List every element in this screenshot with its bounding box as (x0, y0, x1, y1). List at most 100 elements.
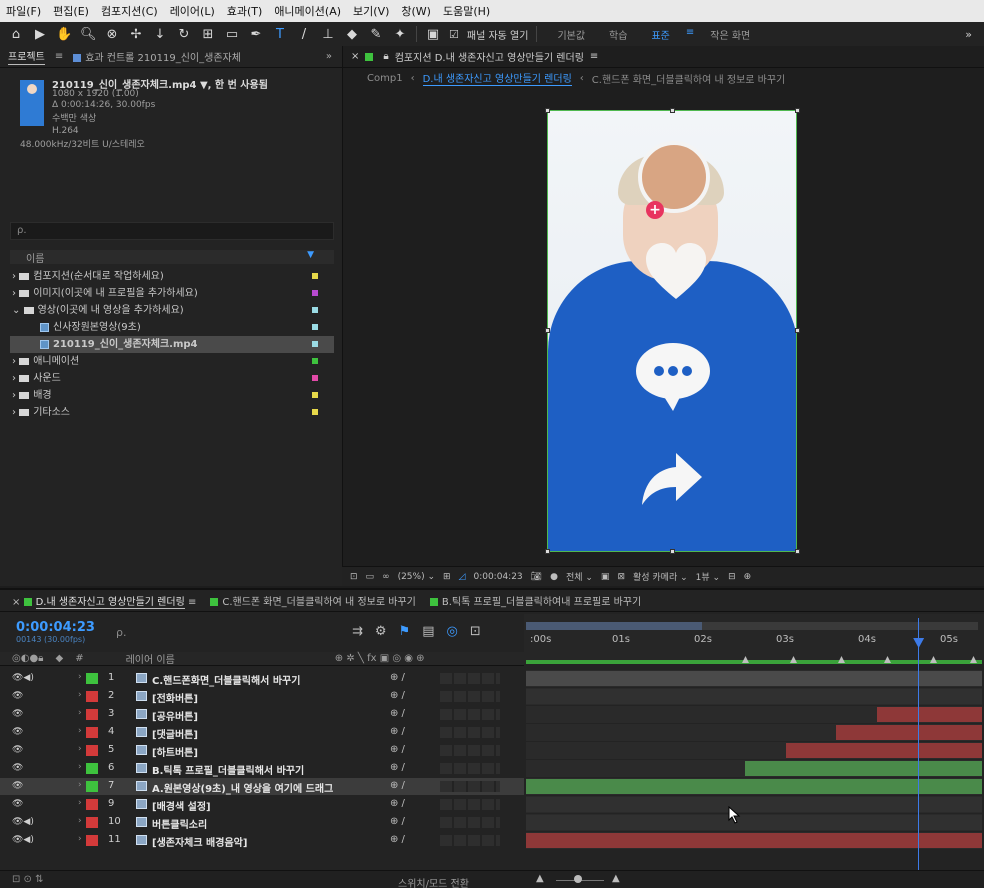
menu-icon[interactable]: ≡ (590, 51, 598, 62)
layer-parent-boxes[interactable] (440, 673, 500, 684)
layer-duration-bar[interactable] (836, 725, 982, 740)
layer-switches[interactable]: ⊕ / (390, 708, 405, 719)
layer-duration-bar[interactable] (526, 815, 982, 830)
mask-visibility-icon[interactable]: ◿ (459, 572, 466, 582)
disclosure-arrow-icon[interactable]: ⌄ (12, 305, 24, 316)
switch-mode-toggle[interactable]: 스위치/모드 전환 (398, 875, 469, 888)
project-item[interactable]: › 컴포지션(순서대로 작업하세요) (10, 268, 334, 285)
reset-exposure-icon[interactable]: ⊕ (744, 572, 752, 582)
layer-duration-bar[interactable] (877, 707, 982, 722)
composition-viewer[interactable]: + (547, 110, 797, 552)
layer-track[interactable] (526, 814, 982, 831)
layer-row[interactable]: 👁︎ › 2 [전화버튼] ⊕ / (0, 688, 524, 705)
layer-name[interactable]: [댓글버튼] (152, 726, 198, 741)
layer-name[interactable]: [생존자체크 배경음악] (152, 834, 247, 849)
expand-arrow-icon[interactable]: › (78, 690, 82, 700)
layer-parent-boxes[interactable] (440, 817, 500, 828)
shy-layers-icon[interactable]: ⚑ (399, 624, 411, 639)
tab-effect-controls[interactable]: 효과 컨트롤 210119_신이_생존자체 (73, 49, 241, 64)
transform-handle[interactable] (545, 108, 550, 113)
roto-brush-icon[interactable]: ✎ (368, 27, 384, 42)
layer-track[interactable] (526, 724, 982, 741)
layer-parent-boxes[interactable] (440, 835, 500, 846)
label-color-swatch[interactable] (312, 307, 318, 313)
project-item[interactable]: ⌄ 영상(이곳에 내 영상을 추가하세요) (10, 302, 334, 319)
label-color-swatch[interactable] (312, 392, 318, 398)
workspace-1[interactable]: 학습 (597, 27, 639, 42)
workspace-0[interactable]: 기본값 (545, 27, 597, 42)
layer-duration-bar[interactable] (526, 671, 982, 686)
layer-track[interactable] (526, 832, 982, 849)
layer-parent-boxes[interactable] (440, 763, 500, 774)
layer-label-color[interactable] (86, 799, 98, 810)
layer-parent-boxes[interactable] (440, 781, 500, 792)
layer-name[interactable]: B.틱톡 프로필_더블클릭해서 바꾸기 (152, 762, 304, 777)
layer-label-color[interactable] (86, 835, 98, 846)
layer-track[interactable] (526, 760, 982, 777)
project-item[interactable]: › 배경 (10, 387, 334, 404)
camera-dropdown[interactable]: 활성 카메라 ⌄ (633, 570, 688, 583)
label-color-swatch[interactable] (312, 341, 318, 347)
breadcrumb-item-comp1[interactable]: Comp1 (367, 73, 403, 84)
comp-mini-flowchart-icon[interactable]: ⇉ (352, 624, 363, 639)
layer-row[interactable]: 👁︎◀) › 1 C.핸드폰화면_더블클릭해서 바꾸기 ⊕ / (0, 670, 524, 687)
timeline-search-input[interactable]: ρ. (116, 626, 126, 639)
visibility-eye-icon[interactable]: 👁︎◀) (12, 817, 34, 827)
layer-row[interactable]: 👁︎ › 3 [공유버튼] ⊕ / (0, 706, 524, 723)
resolution-dropdown[interactable]: 전체 ⌄ (566, 570, 593, 583)
layer-track[interactable] (526, 706, 982, 723)
expand-arrow-icon[interactable]: › (78, 762, 82, 772)
layer-duration-bar[interactable] (526, 797, 982, 812)
layer-row[interactable]: 👁︎◀) › 11 [생존자체크 배경음악] ⊕ / (0, 832, 524, 849)
visibility-eye-icon[interactable]: 👁︎ (12, 691, 23, 701)
pen-tool-icon[interactable]: ✒ (248, 27, 264, 42)
transform-handle[interactable] (795, 328, 800, 333)
layer-label-color[interactable] (86, 745, 98, 756)
safe-zones-icon[interactable]: ⊞ (443, 572, 451, 582)
menu-item-8[interactable]: 도움말(H) (443, 3, 490, 19)
breadcrumb-item-current[interactable]: D.내 생존자신고 영상만들기 렌더링 (422, 70, 572, 86)
sort-arrow-icon[interactable]: ▼ (307, 250, 314, 260)
layer-switches[interactable]: ⊕ / (390, 672, 405, 683)
menu-item-3[interactable]: 레이어(L) (170, 3, 215, 19)
disclosure-arrow-icon[interactable]: › (12, 407, 19, 418)
menu-item-7[interactable]: 창(W) (401, 3, 431, 19)
disclosure-arrow-icon[interactable]: › (12, 390, 19, 401)
visibility-eye-icon[interactable]: 👁︎ (12, 727, 23, 737)
pan-tool-icon[interactable]: ✢ (128, 27, 144, 42)
layer-parent-boxes[interactable] (440, 727, 500, 738)
layer-duration-bar[interactable] (526, 833, 982, 848)
layer-label-color[interactable] (86, 709, 98, 720)
zoom-tool-icon[interactable]: 🔍︎ (80, 27, 97, 42)
transform-handle[interactable] (670, 549, 675, 554)
zoom-slider-thumb[interactable] (574, 875, 582, 883)
layer-label-color[interactable] (86, 817, 98, 828)
rectangle-tool-icon[interactable]: ▭ (224, 27, 240, 42)
layer-name[interactable]: C.핸드폰화면_더블클릭해서 바꾸기 (152, 672, 300, 687)
layer-row[interactable]: 👁︎ › 6 B.틱톡 프로필_더블클릭해서 바꾸기 ⊕ / (0, 760, 524, 777)
project-item[interactable]: › 기타소스 (10, 404, 334, 421)
motion-blur-icon[interactable]: ◎ (447, 624, 458, 639)
layer-name[interactable]: 버튼클릭소리 (152, 816, 207, 831)
menu-item-2[interactable]: 컴포지션(C) (101, 3, 158, 19)
monitor-icon[interactable]: ▭ (366, 572, 375, 582)
transform-handle[interactable] (795, 549, 800, 554)
layer-switches[interactable]: ⊕ / (390, 744, 405, 755)
panel-icon[interactable]: ▣ (425, 27, 441, 42)
menu-item-4[interactable]: 효과(T) (227, 3, 263, 19)
layer-label-color[interactable] (86, 673, 98, 684)
transform-handle[interactable] (545, 328, 550, 333)
layer-switches[interactable]: ⊕ / (390, 762, 405, 773)
menu-item-5[interactable]: 애니메이션(A) (274, 3, 341, 19)
layer-parent-boxes[interactable] (440, 709, 500, 720)
workspace-menu-icon[interactable]: ≡ (682, 27, 698, 42)
project-item[interactable]: › 애니메이션 (10, 353, 334, 370)
layer-label-color[interactable] (86, 727, 98, 738)
auto-open-checkbox[interactable]: ☑ (449, 28, 459, 41)
layer-label-color[interactable] (86, 691, 98, 702)
views-dropdown[interactable]: 1뷰 ⌄ (696, 570, 720, 583)
more-icon[interactable]: » (326, 51, 332, 62)
visibility-eye-icon[interactable]: 👁︎ (12, 763, 23, 773)
transparency-grid-icon[interactable]: ⊠ (617, 572, 625, 582)
breadcrumb-item-child[interactable]: C.핸드폰 화면_더블클릭하여 내 정보로 바꾸기 (592, 71, 785, 86)
